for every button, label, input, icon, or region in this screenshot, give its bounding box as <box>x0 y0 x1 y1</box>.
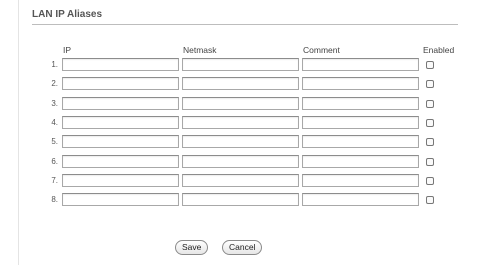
ip-input[interactable] <box>62 135 179 148</box>
comment-input[interactable] <box>302 77 419 90</box>
ip-input[interactable] <box>62 116 179 129</box>
row-number: 8. <box>51 195 58 204</box>
row-number: 3. <box>51 99 58 108</box>
enabled-checkbox[interactable] <box>426 138 434 146</box>
row-number: 1. <box>51 60 58 69</box>
comment-input[interactable] <box>302 155 419 168</box>
row-number: 5. <box>51 137 58 146</box>
cancel-button[interactable]: Cancel <box>222 240 263 255</box>
netmask-input[interactable] <box>182 193 299 206</box>
section-title: LAN IP Aliases <box>32 9 103 20</box>
enabled-checkbox[interactable] <box>426 158 434 166</box>
ip-input[interactable] <box>62 58 179 71</box>
column-header-ip: IP <box>63 45 72 55</box>
enabled-checkbox[interactable] <box>426 80 434 88</box>
column-header-enabled: Enabled <box>423 45 455 55</box>
row-number: 6. <box>51 157 58 166</box>
netmask-input[interactable] <box>182 116 299 129</box>
comment-input[interactable] <box>302 135 419 148</box>
ip-input[interactable] <box>62 193 179 206</box>
enabled-checkbox[interactable] <box>426 100 434 108</box>
netmask-input[interactable] <box>182 155 299 168</box>
netmask-input[interactable] <box>182 97 299 110</box>
row-number: 4. <box>51 118 58 127</box>
row-number: 7. <box>51 176 58 185</box>
enabled-checkbox[interactable] <box>426 177 434 185</box>
save-button[interactable]: Save <box>175 240 209 255</box>
enabled-checkbox[interactable] <box>426 196 434 204</box>
ip-input[interactable] <box>62 155 179 168</box>
comment-input[interactable] <box>302 116 419 129</box>
ip-input[interactable] <box>62 97 179 110</box>
ip-input[interactable] <box>62 77 179 90</box>
row-number: 2. <box>51 79 58 88</box>
column-header-netmask: Netmask <box>183 45 217 55</box>
comment-input[interactable] <box>302 97 419 110</box>
enabled-checkbox[interactable] <box>426 119 434 127</box>
ip-input[interactable] <box>62 174 179 187</box>
comment-input[interactable] <box>302 58 419 71</box>
netmask-input[interactable] <box>182 58 299 71</box>
netmask-input[interactable] <box>182 77 299 90</box>
netmask-input[interactable] <box>182 135 299 148</box>
enabled-checkbox[interactable] <box>426 61 434 69</box>
title-divider <box>32 24 458 25</box>
aliases-panel <box>18 0 487 265</box>
column-header-comment: Comment <box>303 45 340 55</box>
comment-input[interactable] <box>302 193 419 206</box>
netmask-input[interactable] <box>182 174 299 187</box>
comment-input[interactable] <box>302 174 419 187</box>
